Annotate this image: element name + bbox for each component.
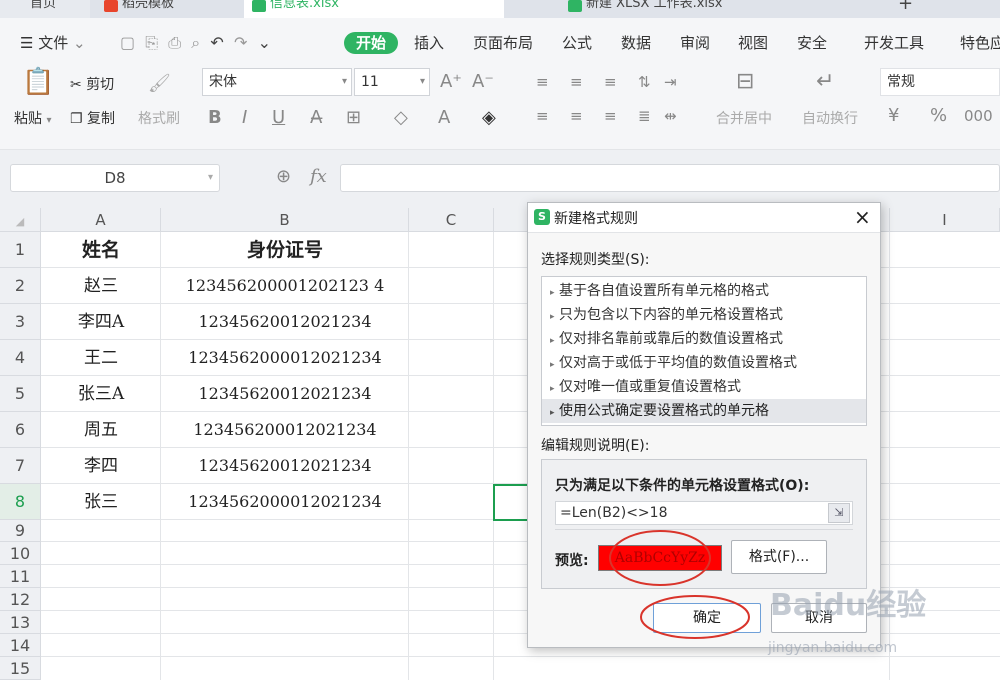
- annotation-circle-preview: [609, 530, 711, 586]
- watermark-logo: Baidu经验: [770, 588, 927, 623]
- watermark-url: jingyan.baidu.com: [768, 640, 898, 656]
- annotation-circle-ok: [640, 595, 750, 639]
- annotation-layer: [609, 530, 750, 639]
